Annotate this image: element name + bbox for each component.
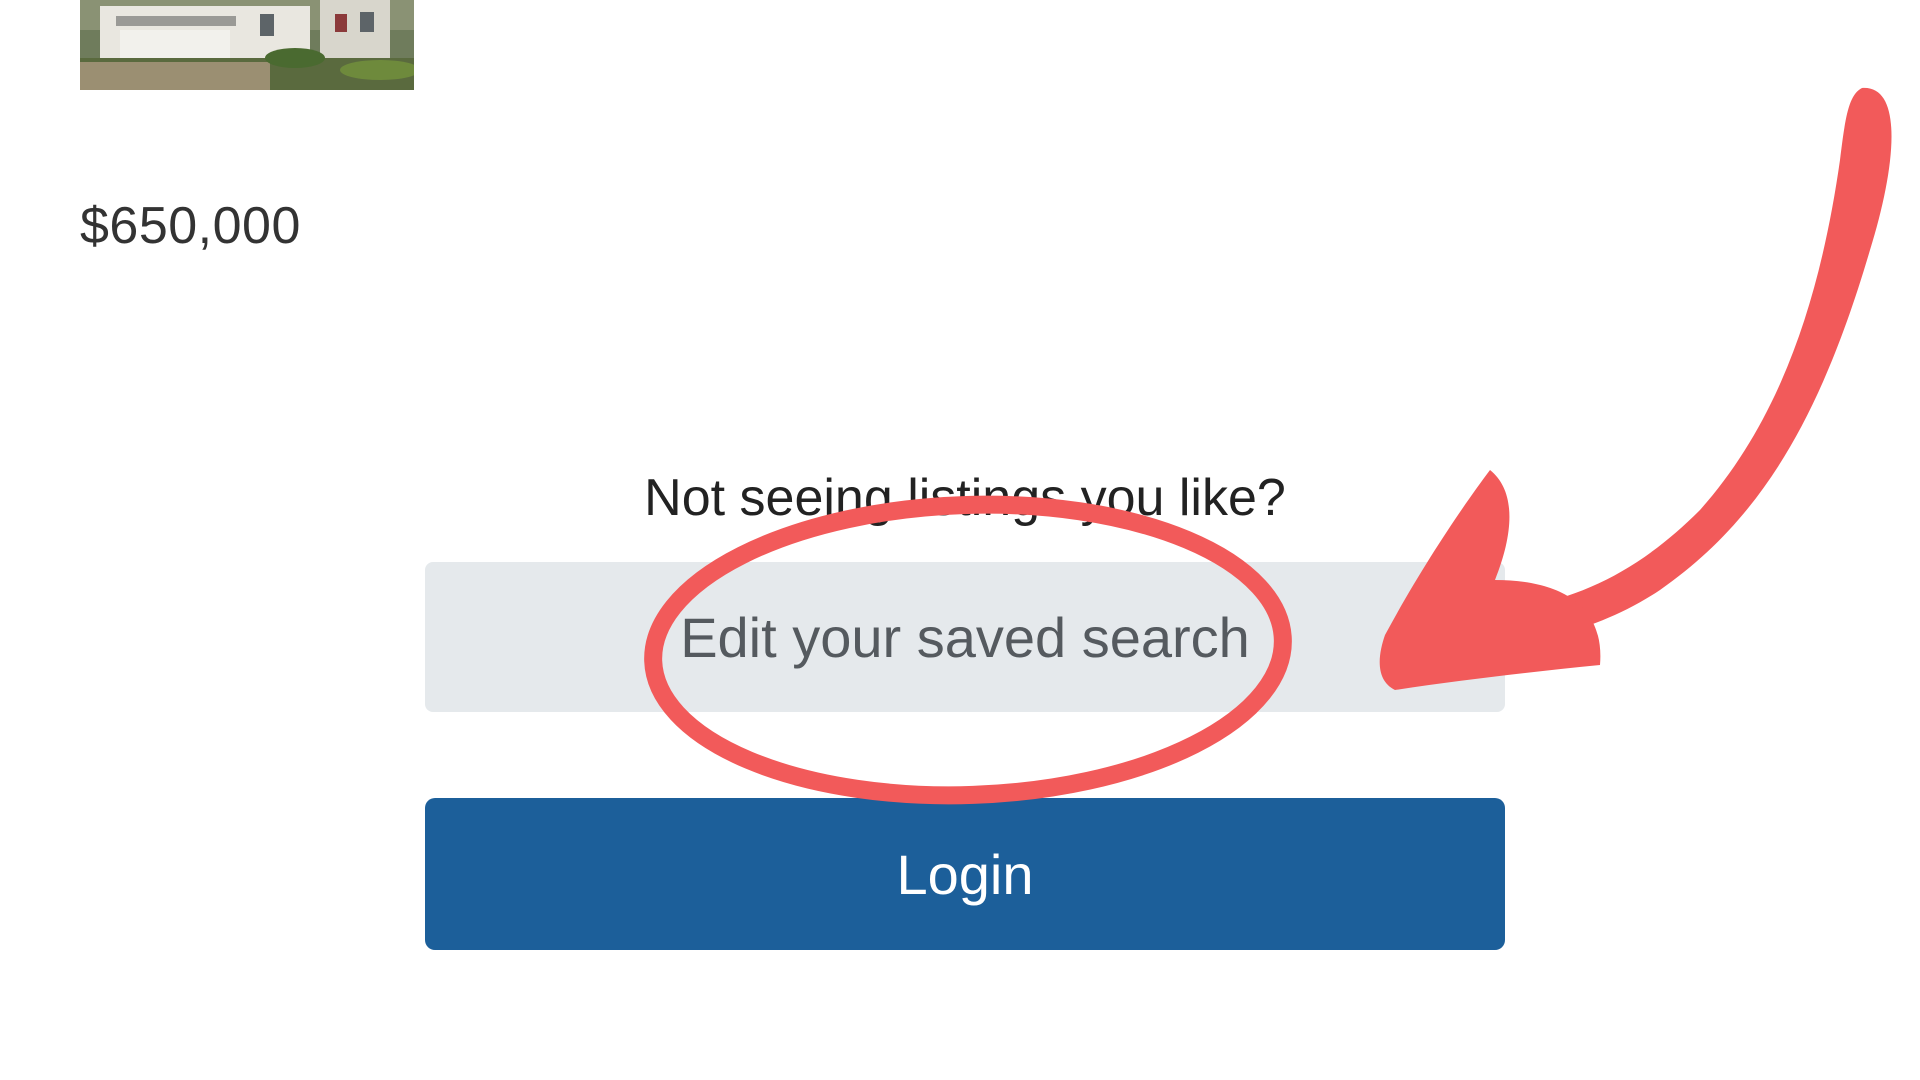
- login-label: Login: [896, 842, 1034, 906]
- edit-saved-search-button[interactable]: Edit your saved search: [425, 562, 1505, 712]
- edit-saved-search-label: Edit your saved search: [680, 605, 1250, 669]
- listing-photo[interactable]: [80, 0, 414, 90]
- not-seeing-listings-prompt: Not seeing listings you like?: [644, 469, 1286, 527]
- house-image: [80, 0, 414, 90]
- login-button[interactable]: Login: [425, 798, 1505, 950]
- listing-price: $650,000: [80, 197, 301, 255]
- page: $650,000 Not seeing listings you like? E…: [0, 0, 1920, 1080]
